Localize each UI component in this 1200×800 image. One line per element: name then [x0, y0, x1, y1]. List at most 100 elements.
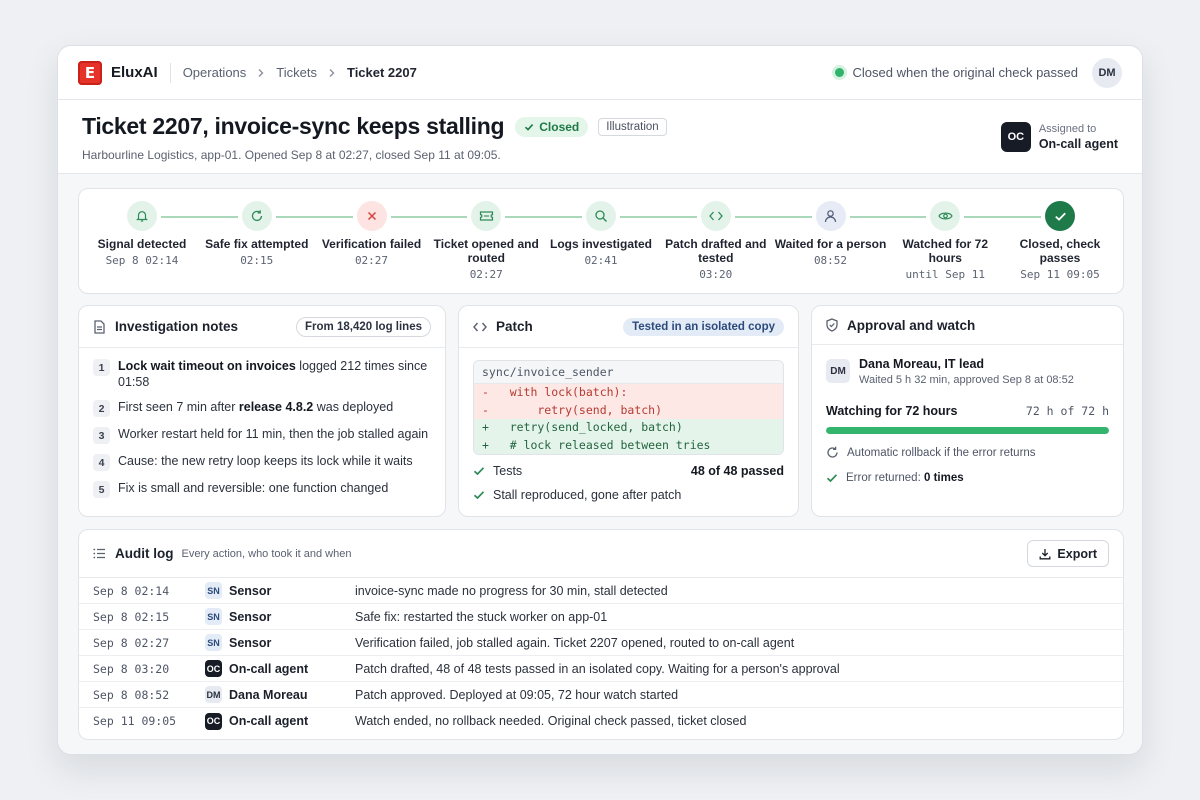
note-emphasis: Lock wait timeout on invoices [118, 359, 296, 373]
audit-actor: OC On-call agent [205, 660, 355, 677]
note-text-start: First seen 7 min after [118, 400, 239, 414]
notes-title: Investigation notes [115, 319, 239, 334]
audit-time: Sep 8 08:52 [93, 687, 170, 702]
repro-label: Stall reproduced, gone after patch [493, 488, 682, 502]
audit-log-card: Audit log Every action, who took it and … [78, 529, 1124, 740]
approval-watch-card: Approval and watch DM Dana Moreau, IT le… [811, 305, 1124, 517]
table-row[interactable]: Sep 8 02:14 SN Sensor invoice-sync made no … [79, 578, 1123, 604]
timeline-step[interactable]: Logs investigated 02:41 [541, 201, 661, 267]
status-dot-icon [834, 68, 844, 77]
list-item: 3 Worker restart held for 11 min, then th… [93, 426, 431, 444]
status-badge-label: Closed [539, 119, 580, 134]
timeline-step-label: Closed, check passes [1019, 237, 1101, 265]
check-icon [1045, 201, 1075, 231]
timeline-step[interactable]: Closed, check passes Sep 11 09:05 [1000, 201, 1120, 281]
breadcrumb-tickets[interactable]: Tickets [276, 65, 317, 80]
actor-name: Sensor [229, 635, 272, 650]
ticket-header: Ticket 2207, invoice-sync keeps stalling… [58, 100, 1142, 174]
audit-time: Sep 8 03:20 [93, 661, 170, 676]
check-icon [473, 490, 485, 500]
audit-actor: OC On-call agent [205, 712, 355, 730]
approver-avatar: DM [826, 359, 850, 383]
note-number: 4 [93, 454, 110, 471]
isolated-copy-pill: Tested in an isolated copy [623, 317, 784, 336]
tests-value: 48 of 48 passed [690, 464, 784, 478]
timeline-step[interactable]: Safe fix attempted 02:15 [197, 201, 317, 267]
timeline-step[interactable]: Signal detected Sep 8 02:14 [82, 201, 202, 267]
audit-message: invoice-sync made no progress for 30 min… [355, 583, 668, 598]
table-row[interactable]: Sep 8 02:27 SN Sensor Verification failed, … [79, 630, 1123, 656]
timeline-step[interactable]: Ticket opened and routed 02:27 [426, 201, 546, 281]
status-text: Closed when the original check passed [852, 65, 1078, 80]
approver: DM Dana Moreau, IT lead Waited 5 h 32 mi… [812, 345, 1123, 386]
rollback-icon [826, 446, 839, 459]
app-window: E EluxAI Operations Tickets Ticket 2207 … [57, 45, 1143, 755]
diff-added-line: + retry(send_locked, batch) [474, 419, 783, 437]
note-text: Lock wait timeout on invoices logged 212… [118, 358, 431, 390]
note-number: 2 [93, 400, 110, 417]
code-diff[interactable]: sync/invoice_sender - with lock(batch): -… [473, 360, 784, 455]
audit-time: Sep 11 09:05 [93, 714, 177, 728]
watch-progress-fill [826, 427, 1109, 434]
brand-name[interactable]: EluxAI [111, 64, 158, 81]
diff-removed-line: - with lock(batch): [474, 384, 783, 402]
chevron-right-icon [327, 68, 337, 78]
breadcrumb-operations[interactable]: Operations [183, 65, 247, 80]
notes-list: 1 Lock wait timeout on invoices logged 21… [79, 348, 445, 498]
x-icon [356, 201, 387, 231]
list-item: 5 Fix is small and reversible: one functi… [93, 480, 431, 498]
assignee[interactable]: OC Assigned to On-call agent [1000, 122, 1118, 152]
bell-icon [127, 201, 157, 231]
audit-message: Safe fix: restarted the stuck worker on … [355, 609, 608, 624]
audit-message: Patch drafted, 48 of 48 tests passed in … [355, 661, 840, 676]
logo-letter: E [84, 63, 96, 82]
note-text-start: Worker restart held for 11 min, then the… [118, 427, 429, 441]
approval-title: Approval and watch [847, 317, 976, 333]
diff-added-line: + # lock released between tries [474, 436, 783, 454]
logo-icon[interactable]: E [78, 60, 102, 85]
breadcrumb-current: Ticket 2207 [346, 65, 417, 80]
export-button[interactable]: Export [1027, 540, 1109, 567]
table-row[interactable]: Sep 11 09:05 OC On-call agent Watch ended, … [79, 708, 1123, 734]
note-text-start: Fix is small and reversible: one functio… [118, 481, 389, 495]
actor-avatar: SN [205, 582, 222, 599]
timeline-step-label: Signal detected [97, 237, 187, 251]
diff-file-name: sync/invoice_sender [474, 361, 783, 384]
actor-avatar: DM [205, 686, 222, 703]
approver-detail: Waited 5 h 32 min, approved Sep 8 at 08:… [859, 374, 1074, 386]
actor-name: Sensor [229, 609, 272, 624]
list-item: 2 First seen 7 min after release 4.8.2 wa… [93, 399, 431, 417]
page-title: Ticket 2207, invoice-sync keeps stalling [82, 113, 505, 139]
timeline-step-label: Patch drafted and tested [665, 237, 767, 265]
note-emphasis: release 4.8.2 [238, 400, 314, 414]
eye-icon [930, 201, 961, 231]
note-text: Worker restart held for 11 min, then the… [118, 426, 428, 442]
approver-name: Dana Moreau, IT lead [859, 357, 985, 371]
table-row[interactable]: Sep 8 03:20 OC On-call agent Patch drafted,… [79, 656, 1123, 682]
table-row[interactable]: Sep 8 08:52 DM Dana Moreau Patch approved. … [79, 682, 1123, 708]
timeline-step-label: Ticket opened and routed [433, 237, 539, 265]
assignee-avatar: OC [1000, 122, 1031, 152]
note-text: Cause: the new retry loop keeps its lock… [118, 453, 413, 469]
timeline-step[interactable]: Verification failed 02:27 [312, 201, 432, 267]
search-icon [586, 201, 616, 231]
person-icon [815, 201, 846, 231]
list-item: 4 Cause: the new retry loop keeps its loc… [93, 453, 431, 471]
status-badge: Closed [515, 116, 589, 137]
tests-row: Tests 48 of 48 passed [459, 464, 798, 478]
timeline-step-label: Safe fix attempted [205, 237, 309, 251]
audit-actor: SN Sensor [205, 634, 355, 651]
check-icon [826, 473, 838, 483]
timeline-step[interactable]: Patch drafted and tested 03:20 [656, 201, 776, 281]
timeline-step[interactable]: Waited for a person 08:52 [771, 201, 891, 267]
error-value: 0 times [923, 472, 964, 484]
assignee-name: On-call agent [1038, 137, 1118, 151]
table-row[interactable]: Sep 8 02:15 SN Sensor Safe fix: restarted t… [79, 604, 1123, 630]
chevron-right-icon [256, 68, 266, 78]
user-avatar[interactable]: DM [1092, 57, 1122, 88]
document-icon [93, 319, 106, 334]
error-row: Error returned: 0 times [812, 472, 1123, 484]
audit-message: Verification failed, job stalled again. … [355, 635, 795, 650]
note-number: 5 [93, 481, 110, 498]
timeline-step[interactable]: Watched for 72 hours until Sep 11 [885, 201, 1005, 281]
